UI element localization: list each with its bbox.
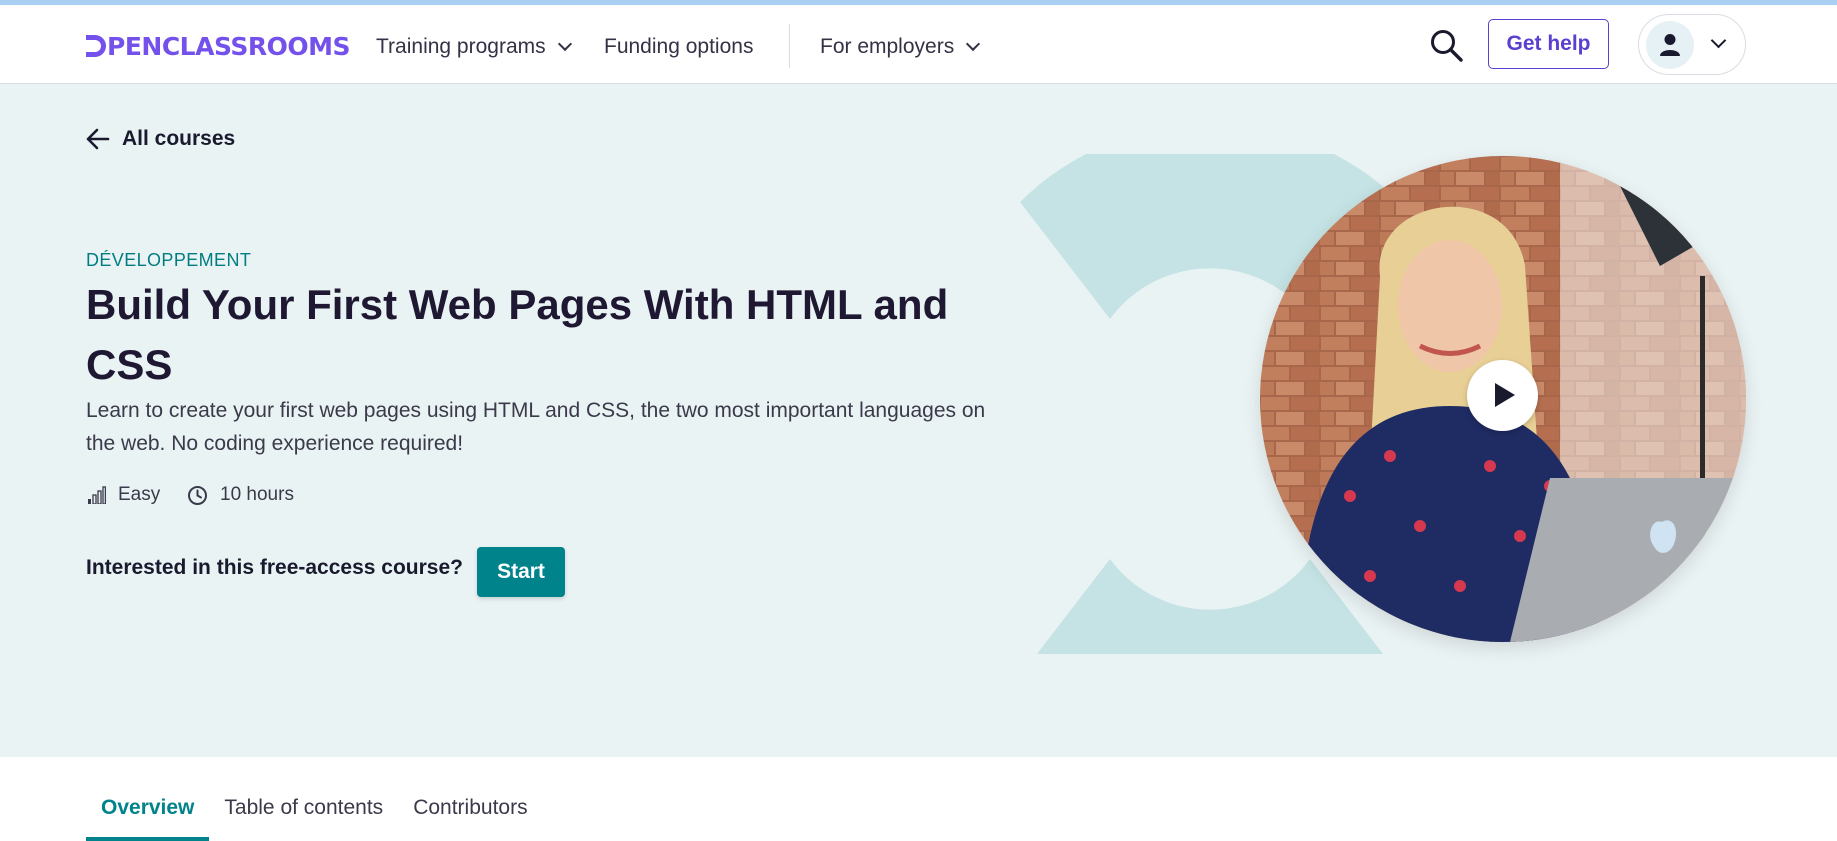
difficulty-bars-icon xyxy=(88,486,106,504)
logo-text: PENCLASSROOMS xyxy=(107,31,350,61)
duration-label: 10 hours xyxy=(220,484,294,505)
chevron-down-icon xyxy=(1710,32,1727,49)
nav-label: For employers xyxy=(820,35,955,58)
all-courses-link[interactable]: All courses xyxy=(86,124,235,154)
openclassrooms-logo[interactable]: PENCLASSROOMS xyxy=(86,31,350,61)
avatar xyxy=(1646,21,1694,69)
page-title: Build Your First Web Pages With HTML and… xyxy=(86,281,949,388)
user-icon xyxy=(1660,34,1680,56)
site-header: PENCLASSROOMS Training programs Funding … xyxy=(0,5,1837,84)
get-help-button[interactable]: Get help xyxy=(1488,19,1609,69)
back-link-label: All courses xyxy=(122,127,236,150)
nav-divider xyxy=(789,24,790,68)
course-category: DÉVELOPPEMENT xyxy=(86,250,252,270)
course-difficulty: Easy xyxy=(88,481,160,509)
course-description: Learn to create your first web pages usi… xyxy=(86,399,986,455)
play-icon xyxy=(1495,383,1515,407)
nav-label: Funding options xyxy=(604,35,754,58)
nav-for-employers[interactable]: For employers xyxy=(820,27,981,67)
course-duration: 10 hours xyxy=(187,481,294,509)
tab-table-of-contents[interactable]: Table of contents xyxy=(209,786,398,841)
course-tabs: Overview Table of contents Contributors xyxy=(86,786,543,841)
account-menu-button[interactable] xyxy=(1638,14,1746,75)
play-video-button[interactable] xyxy=(1467,360,1538,431)
course-hero: All courses DÉVELOPPEMENT Build Your Fir… xyxy=(0,84,1837,757)
tab-overview[interactable]: Overview xyxy=(86,786,210,841)
tab-contributors[interactable]: Contributors xyxy=(398,786,542,841)
chevron-down-icon xyxy=(557,36,572,52)
difficulty-label: Easy xyxy=(118,484,161,505)
search-button[interactable] xyxy=(1429,28,1465,64)
nav-funding-options[interactable]: Funding options xyxy=(604,27,753,67)
arrow-left-icon xyxy=(86,128,110,150)
free-access-prompt: Interested in this free-access course? xyxy=(86,556,463,579)
nav-training-programs[interactable]: Training programs xyxy=(376,27,572,67)
search-icon xyxy=(1431,30,1463,62)
clock-icon xyxy=(188,485,207,505)
nav-label: Training programs xyxy=(376,35,546,58)
chevron-down-icon xyxy=(966,36,981,52)
logo-o-mark xyxy=(86,35,106,57)
start-course-button[interactable]: Start xyxy=(477,547,565,597)
